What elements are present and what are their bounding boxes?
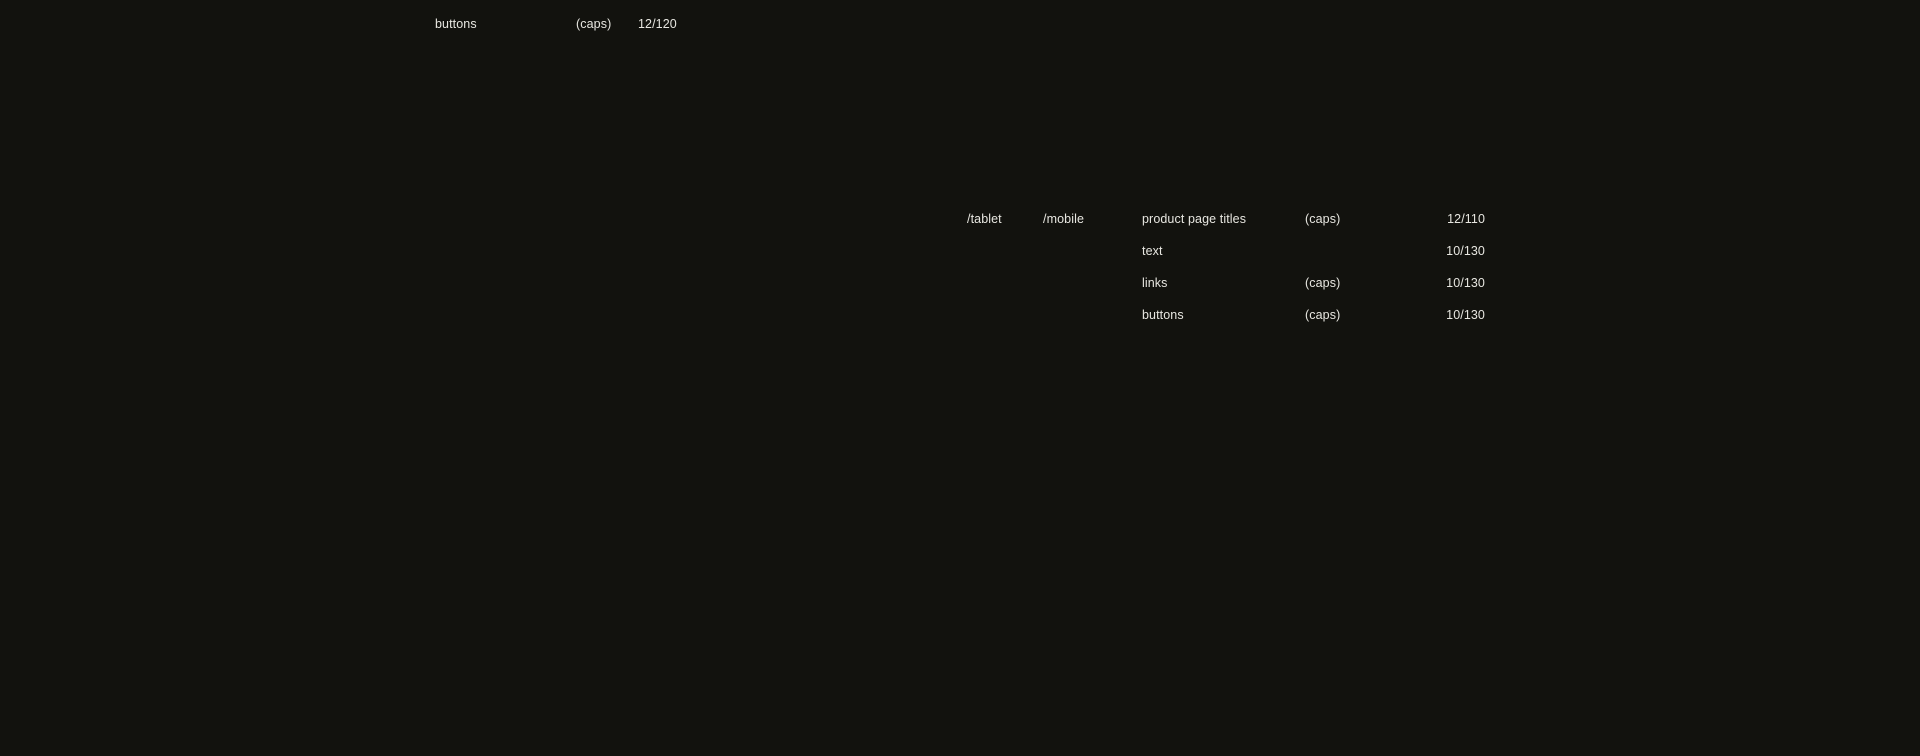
top-spec-size: 12/120 [638,17,677,31]
spec-row-label: text [1142,244,1163,258]
breakpoint-mobile: /mobile [1043,212,1084,226]
spec-row-modifier: (caps) [1305,212,1341,226]
top-spec-modifier: (caps) [576,17,612,31]
spec-row-modifier: (caps) [1305,276,1341,290]
spec-row-label: product page titles [1142,212,1247,226]
spec-row-size: 12/110 [1447,212,1485,226]
spec-row-size: 10/130 [1446,308,1485,322]
spec-row-modifier: (caps) [1305,308,1341,322]
spec-row-size: 10/130 [1446,244,1485,258]
spec-row-label: links [1142,276,1168,290]
spec-row-label: buttons [1142,308,1184,322]
top-spec-label: buttons [435,17,477,31]
spec-row-size: 10/130 [1446,276,1485,290]
breakpoint-tablet: /tablet [967,212,1002,226]
